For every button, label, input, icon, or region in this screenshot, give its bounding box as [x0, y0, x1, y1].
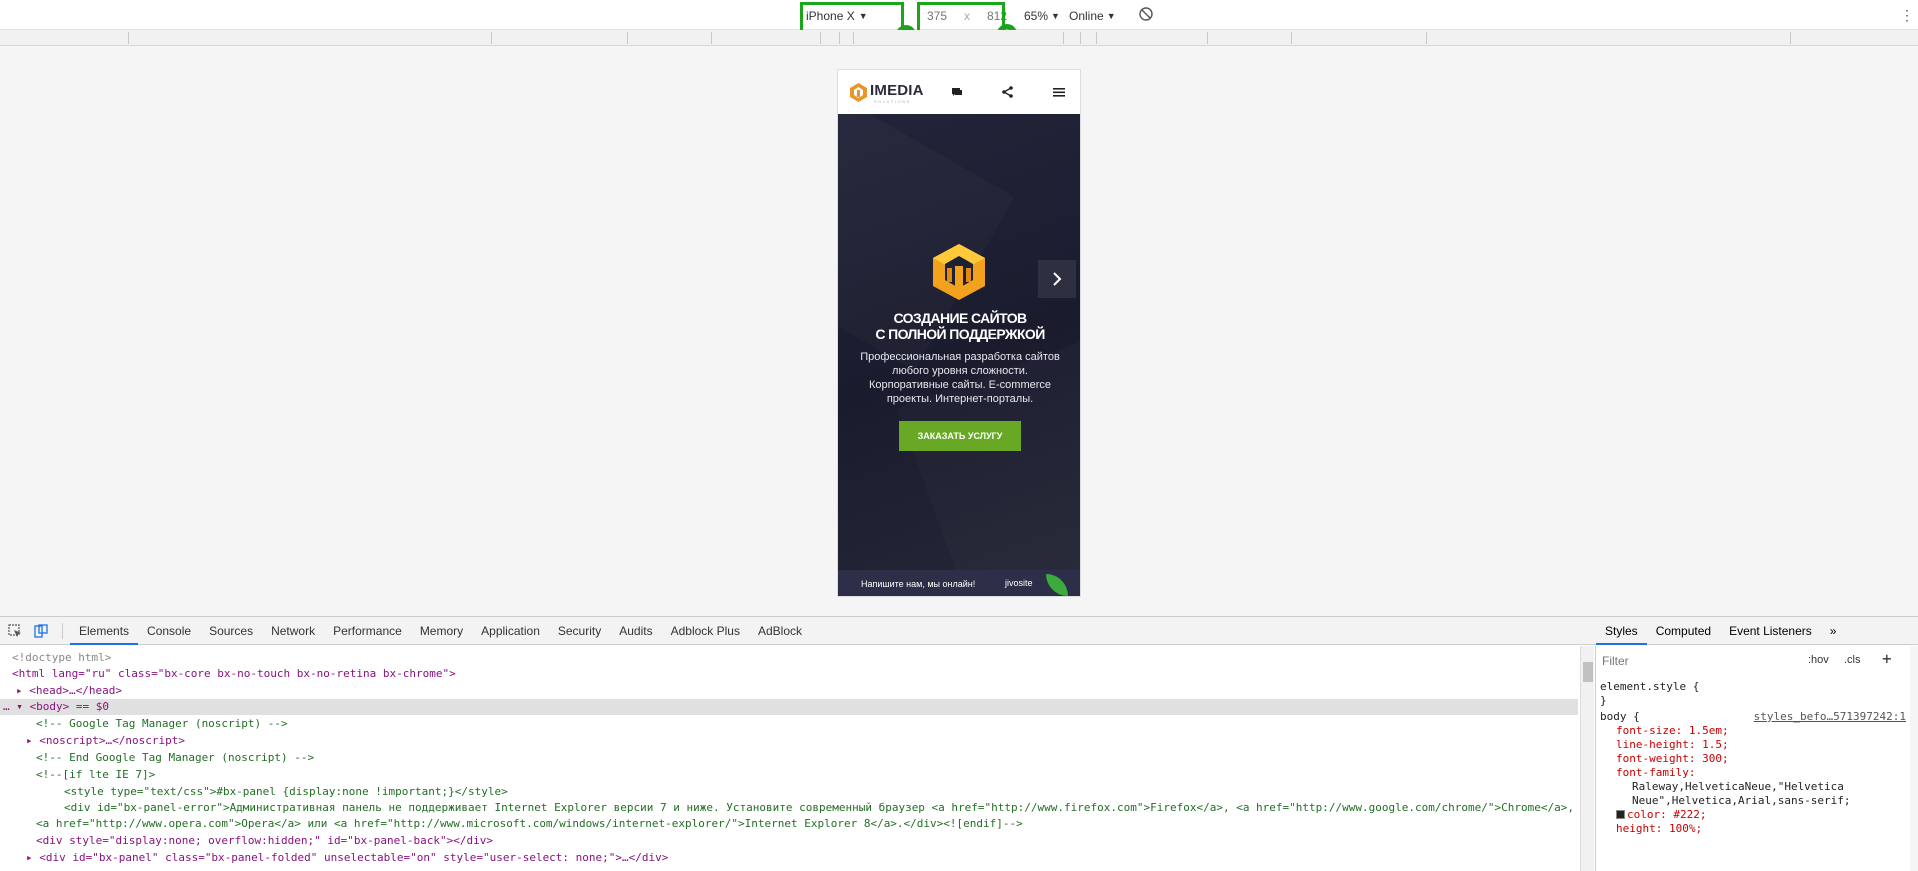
tab-application[interactable]: Application	[472, 617, 549, 645]
logo-subtitle: SOLUTIONS	[874, 99, 911, 104]
dom-comment[interactable]: <style type="text/css">#bx-panel {displa…	[64, 784, 508, 800]
site-header: IMEDIA SOLUTIONS	[838, 70, 1080, 114]
styles-pane: Styles Computed Event Listeners » :hov .…	[1595, 617, 1918, 871]
hero-title: СОЗДАНИЕ САЙТОВ С ПОЛНОЙ ПОДДЕРЖКОЙ	[838, 310, 1080, 342]
tab-event-listeners[interactable]: Event Listeners	[1720, 617, 1821, 645]
styles-filter-input[interactable]	[1602, 652, 1802, 670]
dom-comment[interactable]: <!--[if lte IE 7]>	[36, 767, 155, 783]
dom-node-text: <head>…</head>	[29, 684, 122, 697]
emulated-page: IMEDIA SOLUTIONS СОЗДАНИЕ САЙТОВ С ПОЛНО…	[837, 69, 1081, 597]
styles-scrollbar[interactable]	[1910, 646, 1918, 871]
elements-tree: <!doctype html> <html lang="ru" class="b…	[0, 646, 1580, 871]
tab-adblock-plus[interactable]: Adblock Plus	[662, 617, 749, 645]
css-property[interactable]: font-size: 1.5em;	[1616, 724, 1729, 738]
tab-computed[interactable]: Computed	[1647, 617, 1720, 645]
hero-title-line-1: СОЗДАНИЕ САЙТОВ	[893, 310, 1027, 326]
tab-memory[interactable]: Memory	[411, 617, 472, 645]
css-property[interactable]: color: #222;	[1616, 808, 1706, 822]
css-property[interactable]: height: 100%;	[1616, 822, 1702, 836]
tab-sources[interactable]: Sources	[200, 617, 262, 645]
dom-comment[interactable]: <!-- Google Tag Manager (noscript) -->	[36, 716, 288, 732]
tab-console[interactable]: Console	[138, 617, 200, 645]
tab-network[interactable]: Network	[262, 617, 324, 645]
dom-node[interactable]: <div style="display:none; overflow:hidde…	[36, 833, 493, 849]
logo-text: IMEDIA	[870, 82, 924, 99]
tab-adblock[interactable]: AdBlock	[749, 617, 811, 645]
scrollbar-thumb[interactable]	[1583, 662, 1593, 682]
chat-icon[interactable]	[949, 84, 965, 100]
share-icon[interactable]	[1000, 84, 1016, 100]
throttle-select[interactable]: Online ▼	[1069, 5, 1116, 27]
cls-toggle[interactable]: .cls	[1844, 654, 1861, 666]
rule-close: }	[1600, 694, 1607, 707]
body-rule-selector[interactable]: body { styles_befo…571397242:1	[1600, 710, 1910, 724]
styles-tabbar: Styles Computed Event Listeners »	[1596, 617, 1918, 645]
stylesheet-source-link[interactable]: styles_befo…571397242:1	[1754, 710, 1906, 724]
css-value[interactable]: Raleway,HelveticaNeue,"Helvetica	[1632, 780, 1844, 794]
dom-node[interactable]: ▸ <head>…</head>	[16, 683, 122, 699]
rule-selector-text: body {	[1600, 710, 1640, 723]
tab-audits[interactable]: Audits	[610, 617, 661, 645]
device-toggle-icon[interactable]	[34, 624, 48, 638]
devtools-tabs: Elements Console Sources Network Perform…	[70, 617, 811, 645]
jivosite-leaf-icon	[1046, 574, 1068, 596]
throttle-label: Online	[1069, 9, 1104, 23]
rotate-icon[interactable]	[1138, 6, 1154, 22]
devtools-panel: Elements Console Sources Network Perform…	[0, 616, 1918, 871]
media-query-ruler[interactable]	[0, 30, 1918, 46]
dom-node[interactable]: ▸ <noscript>…</noscript>	[26, 733, 185, 749]
tab-elements[interactable]: Elements	[70, 617, 139, 645]
dom-node-selected[interactable]: … ▾ <body> == $0	[0, 699, 1578, 715]
tab-styles[interactable]: Styles	[1596, 617, 1647, 645]
css-property-text: color: #222;	[1627, 808, 1707, 821]
dom-comment[interactable]: <a href="http://www.opera.com">Opera</a>…	[36, 816, 1023, 832]
color-swatch-icon[interactable]	[1616, 810, 1625, 819]
zoom-select[interactable]: 65% ▼	[1024, 5, 1060, 27]
toolbar-divider	[62, 623, 63, 639]
order-service-button[interactable]: ЗАКАЗАТЬ УСЛУГУ	[899, 421, 1021, 451]
dom-node[interactable]: <!doctype html>	[12, 650, 111, 666]
dom-node[interactable]: ▸ <div id="bx-panel" class="bx-panel-fol…	[26, 850, 668, 866]
hero-title-line-2: С ПОЛНОЙ ПОДДЕРЖКОЙ	[875, 326, 1045, 342]
hov-toggle[interactable]: :hov	[1808, 654, 1829, 666]
hero-banner: СОЗДАНИЕ САЙТОВ С ПОЛНОЙ ПОДДЕРЖКОЙ Проф…	[838, 114, 1080, 596]
hero-logo-icon	[933, 244, 985, 300]
chevron-down-icon: ▼	[1106, 11, 1116, 21]
css-property[interactable]: line-height: 1.5;	[1616, 738, 1729, 752]
more-tabs-icon[interactable]: »	[1821, 617, 1846, 645]
chevron-down-icon: ▼	[1051, 11, 1060, 21]
css-property[interactable]: font-weight: 300;	[1616, 752, 1729, 766]
dom-node-text: <body> == $0	[29, 700, 109, 713]
dom-comment[interactable]: <!-- End Google Tag Manager (noscript) -…	[36, 750, 314, 766]
jivosite-label: jivosite	[1005, 578, 1033, 588]
dom-node-text: <noscript>…</noscript>	[39, 734, 185, 747]
dom-comment[interactable]: <div id="bx-panel-error">Административна…	[64, 800, 1574, 816]
chat-bar-label: Напишите нам, мы онлайн!	[861, 579, 976, 589]
dom-node[interactable]: <html lang="ru" class="bx-core bx-no-tou…	[12, 666, 456, 682]
hero-description: Профессиональная разработка сайтов любог…	[860, 351, 1060, 405]
slider-next-button[interactable]	[1038, 260, 1076, 298]
chevron-right-icon	[1053, 272, 1062, 286]
css-property[interactable]: font-family:	[1616, 766, 1695, 780]
hamburger-menu-icon[interactable]	[1051, 84, 1067, 100]
zoom-label: 65%	[1024, 9, 1049, 23]
tab-security[interactable]: Security	[549, 617, 610, 645]
inspect-element-icon[interactable]	[8, 624, 22, 638]
online-chat-bar[interactable]: Напишите нам, мы онлайн! jivosite	[838, 570, 1080, 596]
new-rule-icon[interactable]: +	[1882, 649, 1892, 668]
logo-mark-icon	[850, 83, 867, 102]
element-style-rule[interactable]: element.style {	[1600, 680, 1699, 694]
dom-node-text: <div id="bx-panel" class="bx-panel-folde…	[39, 851, 669, 864]
css-value[interactable]: Neue",Helvetica,Arial,sans-serif;	[1632, 794, 1851, 808]
more-options-icon[interactable]: ⋮	[1900, 6, 1914, 24]
tab-performance[interactable]: Performance	[324, 617, 411, 645]
elements-scrollbar[interactable]	[1580, 646, 1594, 871]
